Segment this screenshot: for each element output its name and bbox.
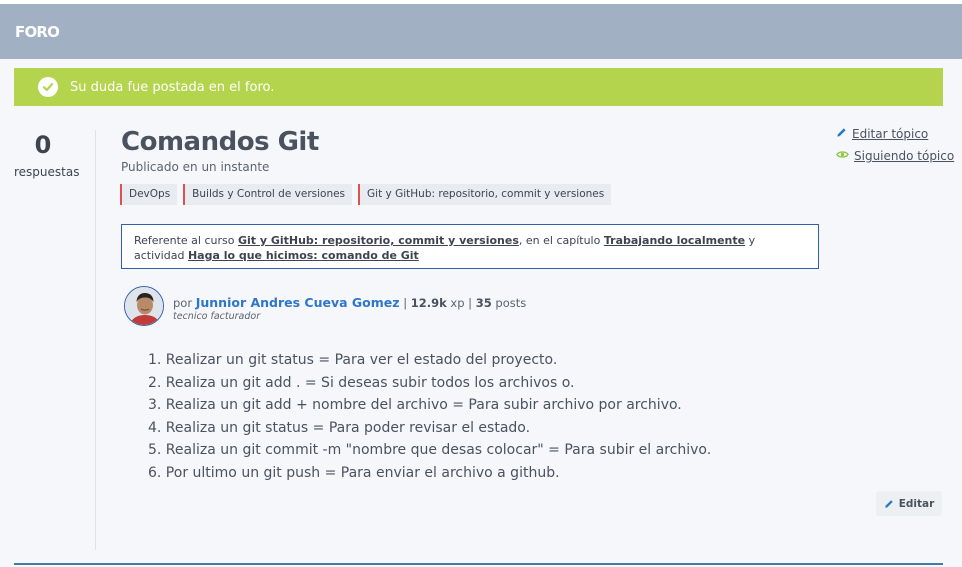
post-body: 1. Realizar un git status = Para ver el …	[148, 349, 711, 484]
reference-activity-link[interactable]: Haga lo que hicimos: comando de Git	[188, 249, 419, 262]
post-line: 1. Realizar un git status = Para ver el …	[148, 352, 558, 368]
topic-actions: Editar tópico Siguiendo tópico	[836, 127, 954, 171]
eye-icon	[836, 149, 849, 163]
edit-topic-label: Editar tópico	[852, 127, 929, 141]
author-posts-unit: posts	[495, 296, 527, 310]
following-topic-link[interactable]: Siguiendo tópico	[836, 149, 954, 163]
post-line: 3. Realiza un git add + nombre del archi…	[148, 397, 682, 413]
course-reference: Referente al curso Git y GitHub: reposit…	[121, 224, 819, 269]
author-xp-unit: xp	[450, 296, 465, 310]
author-meta: | 12.9k xp | 35 posts	[403, 296, 527, 310]
alert-message: Su duda fue postada en el foro.	[70, 79, 275, 95]
reference-mid1: , en el capítulo	[518, 234, 604, 247]
header-title: FORO	[15, 23, 60, 41]
topic-title: Comandos Git	[121, 127, 319, 157]
author-role: tecnico facturador	[173, 311, 261, 322]
tag-devops[interactable]: DevOps	[120, 184, 178, 205]
edit-button-label: Editar	[898, 497, 935, 510]
author-line: por Junnior Andres Cueva Gomez | 12.9k x…	[173, 295, 526, 310]
author-avatar[interactable]	[124, 286, 164, 326]
forum-header: FORO	[0, 4, 962, 59]
author-por: por	[173, 296, 193, 310]
post-line: 6. Por ultimo un git push = Para enviar …	[148, 464, 560, 481]
edit-topic-link[interactable]: Editar tópico	[836, 127, 954, 141]
author-posts-value: 35	[475, 296, 492, 310]
tag-builds[interactable]: Builds y Control de versiones	[183, 184, 353, 205]
post-line: 2. Realiza un git add . = Si deseas subi…	[148, 374, 575, 391]
reference-prefix: Referente al curso	[134, 234, 238, 247]
author-xp-value: 12.9k	[410, 296, 447, 310]
reply-count: 0	[34, 131, 52, 159]
tag-course[interactable]: Git y GitHub: repositorio, commit y vers…	[358, 184, 612, 205]
reference-course-link[interactable]: Git y GitHub: repositorio, commit y vers…	[238, 234, 519, 247]
pencil-icon	[884, 499, 893, 508]
published-time: Publicado en un instante	[121, 160, 270, 174]
post-line: 4. Realiza un git status = Para poder re…	[148, 419, 531, 436]
reply-label: respuestas	[14, 165, 80, 179]
reply-stats: 0 respuestas	[14, 131, 80, 179]
post-line: 5. Realiza un git commit -m "nombre que …	[148, 442, 712, 458]
bottom-divider	[14, 563, 943, 565]
reference-chapter-link[interactable]: Trabajando localmente	[604, 234, 745, 247]
edit-post-button[interactable]: Editar	[876, 491, 942, 516]
following-topic-label: Siguiendo tópico	[854, 149, 955, 163]
success-alert: Su duda fue postada en el foro.	[14, 68, 943, 106]
vertical-divider	[95, 130, 96, 550]
topic-tags: DevOps Builds y Control de versiones Git…	[120, 184, 612, 205]
pencil-icon	[836, 127, 847, 141]
check-circle-icon	[38, 77, 58, 97]
author-name-link[interactable]: Junnior Andres Cueva Gomez	[196, 295, 400, 310]
